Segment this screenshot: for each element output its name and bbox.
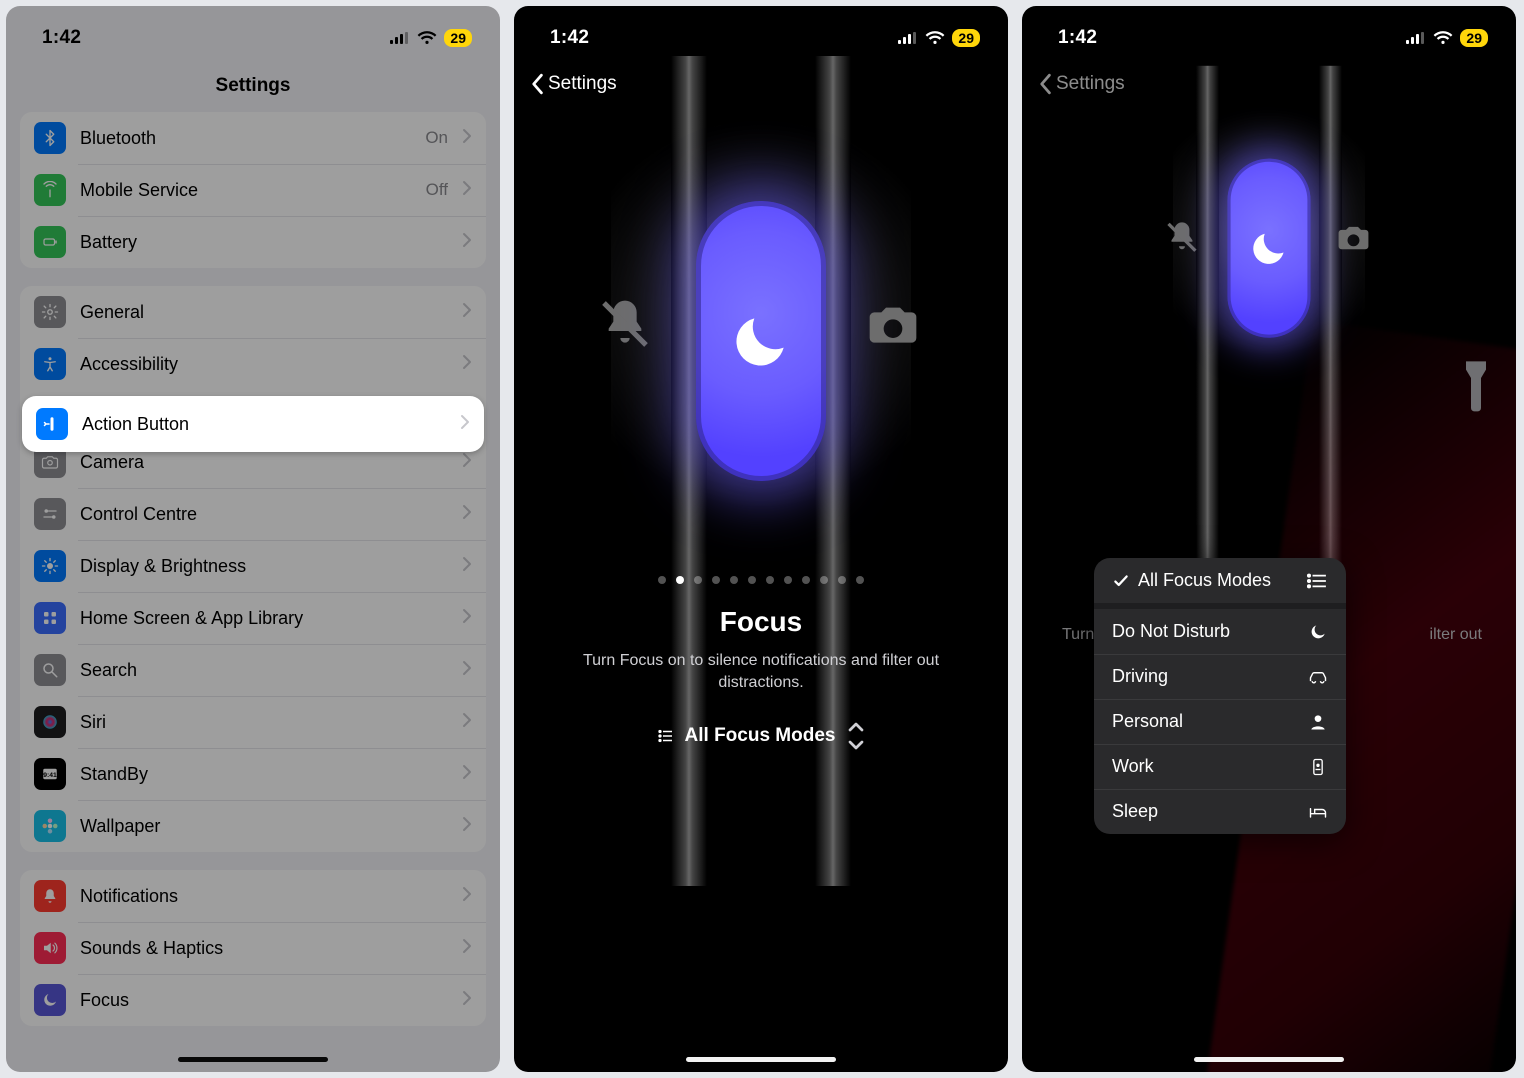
popover-item-label: Sleep [1112, 801, 1158, 822]
page-dot[interactable] [802, 576, 810, 584]
person-icon [1308, 712, 1328, 732]
selector-label: All Focus Modes [685, 725, 836, 747]
popover-item-work[interactable]: Work [1094, 744, 1346, 789]
silent-mode-icon [1164, 219, 1200, 258]
page-indicator[interactable] [514, 576, 1008, 584]
popover-item-sleep[interactable]: Sleep [1094, 789, 1346, 834]
battery-level: 29 [952, 29, 980, 47]
battery-level: 29 [1460, 29, 1488, 47]
page-dot[interactable] [766, 576, 774, 584]
focus-mode-selector: All Focus Modes [514, 712, 1008, 760]
page-dot[interactable] [784, 576, 792, 584]
focus-modes-popover: All Focus Modes Do Not Disturb Driving P… [1094, 558, 1346, 834]
screenshot-settings-list: 1:42 29 Settings Bluetooth On Mobile Ser… [6, 6, 500, 1072]
list-icon [657, 727, 675, 745]
action-button-icon [36, 408, 68, 440]
silent-mode-icon [597, 296, 653, 357]
moon-icon [1249, 228, 1290, 269]
badge-icon [1308, 757, 1328, 777]
checkmark-icon [1112, 572, 1130, 590]
mode-description: Turn Focus on to silence notifications a… [550, 650, 972, 695]
focus-mode-selector-button[interactable]: All Focus Modes [645, 712, 878, 760]
screenshot-focus-mode-picker: 1:42 29 Settings Turn ilter out [1022, 6, 1516, 1072]
status-bar: 1:42 29 [514, 6, 1008, 60]
car-icon [1308, 667, 1328, 687]
popover-item-label: Personal [1112, 711, 1183, 732]
back-button[interactable]: Settings [1032, 69, 1131, 99]
page-dot[interactable] [856, 576, 864, 584]
nav-bar: Settings [514, 60, 1008, 108]
status-bar: 1:42 29 [6, 6, 500, 60]
bed-icon [1308, 802, 1328, 822]
action-button-pill [1227, 159, 1310, 338]
page-dot[interactable] [676, 576, 684, 584]
page-dot[interactable] [730, 576, 738, 584]
list-icon [1306, 573, 1328, 589]
camera-icon [1336, 219, 1372, 258]
status-bar: 1:42 29 [1022, 6, 1516, 60]
home-indicator[interactable] [178, 1057, 328, 1062]
popover-item-label: Do Not Disturb [1112, 621, 1230, 642]
page-dot[interactable] [712, 576, 720, 584]
settings-item-label: Action Button [82, 414, 446, 435]
popover-item-personal[interactable]: Personal [1094, 699, 1346, 744]
status-time: 1:42 [42, 27, 81, 49]
device-side-render [641, 116, 881, 566]
moon-icon [1308, 622, 1328, 642]
mode-title: Focus [514, 606, 1008, 638]
home-indicator[interactable] [1194, 1057, 1344, 1062]
popover-item-driving[interactable]: Driving [1094, 654, 1346, 699]
battery-level: 29 [444, 29, 472, 47]
chevron-right-icon [460, 414, 470, 435]
dim-overlay [6, 6, 500, 1072]
status-icons: 29 [390, 29, 472, 47]
action-button-pill [696, 201, 826, 481]
settings-item-action-button-highlighted[interactable]: Action Button [22, 396, 484, 452]
page-dot[interactable] [694, 576, 702, 584]
popover-item-all-focus-modes[interactable]: All Focus Modes [1094, 558, 1346, 603]
popover-item-label: Work [1112, 756, 1154, 777]
back-button[interactable]: Settings [524, 69, 623, 99]
back-label: Settings [1056, 73, 1125, 95]
camera-icon [865, 296, 921, 357]
status-time: 1:42 [550, 27, 589, 49]
action-button-preview[interactable] [514, 96, 1008, 1072]
status-icons: 29 [898, 29, 980, 47]
page-dot[interactable] [820, 576, 828, 584]
back-label: Settings [548, 73, 617, 95]
status-icons: 29 [1406, 29, 1488, 47]
nav-bar: Settings [1022, 60, 1516, 108]
device-side-render [1192, 104, 1346, 392]
home-indicator[interactable] [686, 1057, 836, 1062]
popover-item-do-not-disturb[interactable]: Do Not Disturb [1094, 609, 1346, 654]
popover-item-label: All Focus Modes [1138, 570, 1271, 591]
page-dot[interactable] [658, 576, 666, 584]
page-dot[interactable] [838, 576, 846, 584]
flashlight-icon [1456, 358, 1496, 423]
page-dot[interactable] [748, 576, 756, 584]
status-time: 1:42 [1058, 27, 1097, 49]
screenshot-action-button-focus: 1:42 29 Settings Focus Turn Focus on to … [514, 6, 1008, 1072]
up-down-icon [847, 718, 865, 754]
popover-item-label: Driving [1112, 666, 1168, 687]
moon-icon [729, 309, 793, 373]
